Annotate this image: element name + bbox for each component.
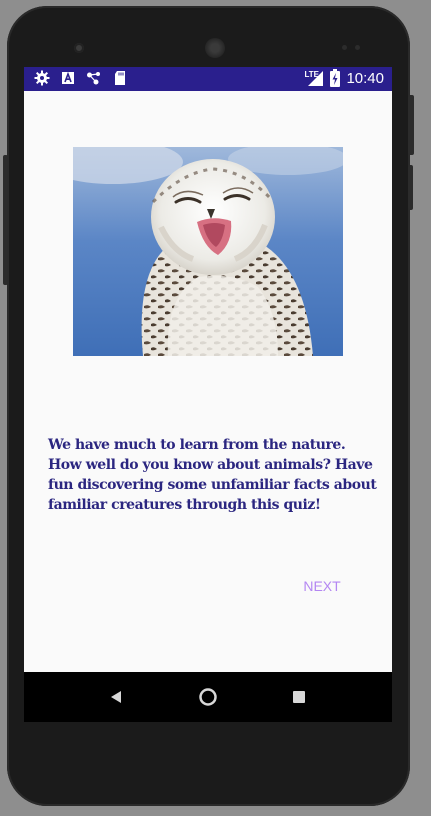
battery-charging-icon <box>330 69 341 87</box>
gear-icon <box>34 70 50 86</box>
clock-time: 10:40 <box>346 69 384 87</box>
next-button[interactable]: NEXT <box>292 571 352 599</box>
light-sensor <box>355 45 360 50</box>
power-button <box>408 95 414 155</box>
a-icon <box>60 70 76 86</box>
sdcard-icon <box>112 70 128 86</box>
earpiece-speaker <box>205 38 225 58</box>
back-icon[interactable] <box>91 672 141 722</box>
proximity-sensor <box>342 45 347 50</box>
status-bar: LTE 10:40 <box>24 67 392 91</box>
home-icon[interactable] <box>183 672 233 722</box>
navigation-bar <box>24 672 392 722</box>
hero-image <box>73 147 343 356</box>
app-screen: LTE 10:40 We have much to learn from the… <box>24 67 392 722</box>
intro-text: We have much to learn from the nature. H… <box>48 437 377 513</box>
owl-illustration <box>73 147 343 356</box>
side-button <box>408 165 413 210</box>
front-camera <box>74 43 84 53</box>
share-icon <box>86 70 102 86</box>
recents-icon[interactable] <box>274 672 324 722</box>
lte-signal-icon: LTE <box>304 69 324 87</box>
